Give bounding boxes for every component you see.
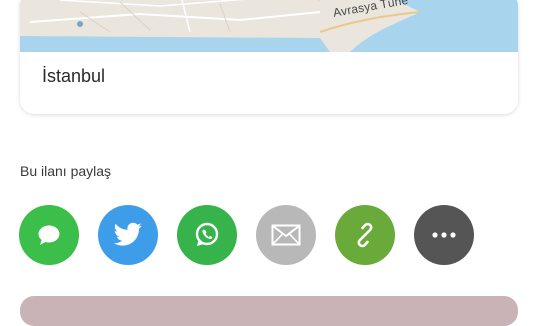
- more-dots-icon: [432, 232, 456, 238]
- twitter-share-button[interactable]: [98, 205, 158, 265]
- email-share-button[interactable]: [256, 205, 316, 265]
- more-share-button[interactable]: [414, 205, 474, 265]
- twitter-bird-icon: [113, 222, 142, 246]
- link-icon: [357, 222, 373, 248]
- location-map[interactable]: Avrasya Tüne: [20, 0, 518, 52]
- map-graphic: [20, 0, 518, 52]
- message-bubble-icon: [38, 225, 60, 245]
- whatsapp-share-button[interactable]: [177, 205, 237, 265]
- copy-link-share-button[interactable]: [335, 205, 395, 265]
- bottom-action-button[interactable]: [20, 296, 518, 326]
- city-label: İstanbul: [42, 66, 106, 86]
- share-title: Bu ilanı paylaş: [20, 163, 112, 179]
- whatsapp-icon: [195, 222, 219, 246]
- location-card: Avrasya Tüne İstanbul: [20, 0, 518, 114]
- envelope-icon: [271, 224, 301, 246]
- sms-share-button[interactable]: [19, 205, 79, 265]
